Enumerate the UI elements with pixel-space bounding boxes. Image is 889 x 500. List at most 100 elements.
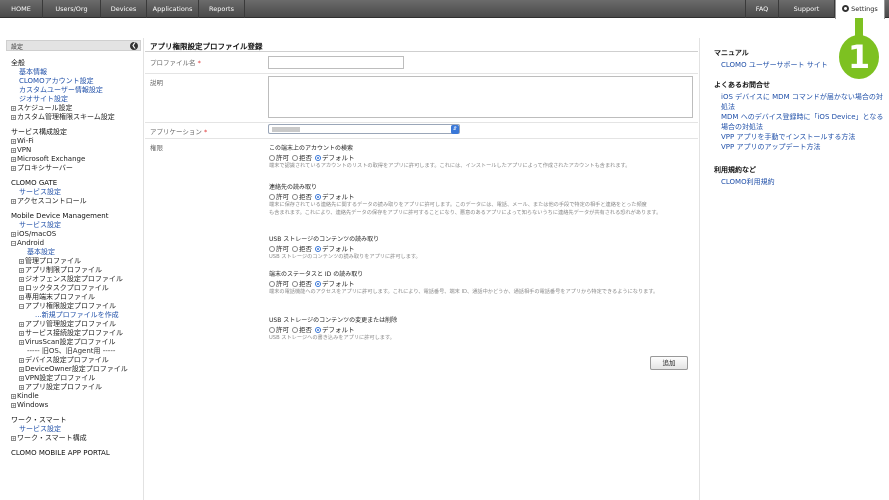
expand-icon[interactable]: + — [19, 376, 24, 381]
sidebar-tree-item[interactable]: + アクセスコントロール — [11, 197, 87, 206]
radio-option-allow[interactable]: 許可 — [269, 280, 289, 288]
help-link[interactable]: CLOMO ユーザーサポート サイト — [721, 60, 828, 70]
sidebar-tree-item[interactable]: + デバイス設定プロファイル — [19, 356, 109, 365]
description-textarea[interactable] — [268, 76, 693, 118]
expand-icon[interactable]: + — [11, 403, 16, 408]
expand-icon[interactable]: + — [19, 358, 24, 363]
expand-icon[interactable]: + — [11, 157, 16, 162]
sidebar-tree-item[interactable]: + VPN — [11, 146, 31, 155]
expand-icon[interactable]: + — [19, 277, 24, 282]
add-button[interactable]: 追加 — [650, 356, 688, 370]
help-link[interactable]: CLOMO利用規約 — [721, 177, 775, 187]
sidebar-tree-item[interactable]: + スケジュール設定 — [11, 104, 73, 113]
nav-settings-tab[interactable]: Settings — [835, 0, 885, 19]
expand-icon[interactable]: + — [11, 166, 16, 171]
radio-option-default[interactable]: デフォルト — [315, 245, 355, 253]
sidebar-tree-item[interactable]: + ワーク・スマート構成 — [11, 434, 87, 443]
application-select[interactable]: ⇵ — [268, 124, 460, 134]
sidebar-link[interactable]: ジオサイト設定 — [19, 95, 68, 104]
expand-icon[interactable]: + — [19, 385, 24, 390]
sidebar-link[interactable]: サービス設定 — [19, 221, 61, 230]
sidebar-tree-item[interactable]: + プロキシサーバー — [11, 164, 73, 173]
radio-button-icon[interactable] — [315, 194, 321, 200]
nav-users-org[interactable]: Users/Org — [43, 0, 101, 18]
sidebar-tree-item[interactable]: + Microsoft Exchange — [11, 155, 85, 164]
help-link[interactable]: MDM へのデバイス登録時に「iOS Device」となる — [721, 112, 883, 122]
nav-support[interactable]: Support — [779, 0, 835, 18]
sidebar-link[interactable]: サービス設定 — [19, 425, 61, 434]
sidebar-tree-item[interactable]: + アプリ管理設定プロファイル — [19, 320, 116, 329]
radio-option-default[interactable]: デフォルト — [315, 326, 355, 334]
expand-icon[interactable]: + — [19, 322, 24, 327]
radio-button-icon[interactable] — [292, 246, 298, 252]
sidebar-tree-item[interactable]: + Windows — [11, 401, 48, 410]
sidebar-link[interactable]: 基本情報 — [19, 68, 47, 77]
radio-button-icon[interactable] — [269, 155, 275, 161]
radio-button-icon[interactable] — [269, 246, 275, 252]
help-link[interactable]: iOS デバイスに MDM コマンドが届かない場合の対 — [721, 92, 883, 102]
radio-option-deny[interactable]: 拒否 — [292, 154, 312, 162]
sidebar-tree-item[interactable]: + Wi-Fi — [11, 137, 34, 146]
help-link[interactable]: 処法 — [721, 102, 735, 112]
expand-icon[interactable]: + — [11, 394, 16, 399]
sidebar-tree-item[interactable]: + 専用端末プロファイル — [19, 293, 95, 302]
expand-icon[interactable]: + — [19, 340, 24, 345]
sidebar-tree-item[interactable]: + サービス接続設定プロファイル — [19, 329, 123, 338]
radio-option-deny[interactable]: 拒否 — [292, 280, 312, 288]
expand-icon[interactable]: + — [19, 367, 24, 372]
sidebar-tree-item[interactable]: − アプリ権限設定プロファイル — [19, 302, 116, 311]
radio-button-icon[interactable] — [269, 281, 275, 287]
radio-option-allow[interactable]: 許可 — [269, 245, 289, 253]
sidebar-link[interactable]: CLOMOアカウント設定 — [19, 77, 94, 86]
expand-icon[interactable]: + — [19, 331, 24, 336]
nav-applications[interactable]: Applications — [147, 0, 199, 18]
radio-button-icon[interactable] — [269, 327, 275, 333]
expand-icon[interactable]: + — [19, 295, 24, 300]
radio-option-allow[interactable]: 許可 — [269, 154, 289, 162]
sidebar-tree-item[interactable]: + ロックタスクプロファイル — [19, 284, 109, 293]
sidebar-link[interactable]: 基本設定 — [27, 248, 55, 257]
radio-option-allow[interactable]: 許可 — [269, 326, 289, 334]
sidebar-tree-item[interactable]: + VirusScan設定プロファイル — [19, 338, 116, 347]
collapse-left-icon[interactable]: ❮ — [130, 42, 138, 50]
sidebar-tree-item[interactable]: + DeviceOwner設定プロファイル — [19, 365, 128, 374]
radio-button-icon[interactable] — [292, 327, 298, 333]
expand-icon[interactable]: + — [19, 259, 24, 264]
radio-button-icon[interactable] — [315, 155, 321, 161]
expand-icon[interactable]: + — [11, 436, 16, 441]
profile-name-input[interactable] — [268, 56, 404, 69]
nav-devices[interactable]: Devices — [101, 0, 147, 18]
expand-icon[interactable]: + — [11, 115, 16, 120]
sidebar-tree-item[interactable]: + 管理プロファイル — [19, 257, 81, 266]
sidebar-tree-item[interactable]: + VPN設定プロファイル — [19, 374, 95, 383]
radio-option-deny[interactable]: 拒否 — [292, 326, 312, 334]
expand-icon[interactable]: + — [19, 286, 24, 291]
radio-option-default[interactable]: デフォルト — [315, 154, 355, 162]
nav-faq[interactable]: FAQ — [745, 0, 779, 18]
sidebar-tree-item[interactable]: + Kindle — [11, 392, 39, 401]
expand-icon[interactable]: + — [11, 232, 16, 237]
radio-option-deny[interactable]: 拒否 — [292, 245, 312, 253]
radio-option-default[interactable]: デフォルト — [315, 193, 355, 201]
sidebar-tree-item[interactable]: + ジオフェンス設定プロファイル — [19, 275, 123, 284]
help-link[interactable]: VPP アプリのアップデート方法 — [721, 142, 820, 152]
help-link[interactable]: 場合の対処法 — [721, 122, 763, 132]
collapse-icon[interactable]: − — [19, 304, 24, 309]
nav-reports[interactable]: Reports — [199, 0, 245, 18]
radio-button-icon[interactable] — [315, 246, 321, 252]
expand-icon[interactable]: + — [19, 268, 24, 273]
sidebar-link[interactable]: カスタムユーザー情報設定 — [19, 86, 103, 95]
nav-home[interactable]: HOME — [0, 0, 43, 18]
sidebar-tree-item[interactable]: + iOS/macOS — [11, 230, 56, 239]
sidebar-tree-item[interactable]: + アプリ制限プロファイル — [19, 266, 102, 275]
radio-button-icon[interactable] — [269, 194, 275, 200]
radio-button-icon[interactable] — [315, 281, 321, 287]
expand-icon[interactable]: + — [11, 139, 16, 144]
sidebar-link[interactable]: ...新規プロファイルを作成 — [35, 311, 119, 320]
radio-option-deny[interactable]: 拒否 — [292, 193, 312, 201]
radio-button-icon[interactable] — [292, 281, 298, 287]
sidebar-tree-item[interactable]: − Android — [11, 239, 44, 248]
radio-button-icon[interactable] — [292, 155, 298, 161]
sidebar-tree-item[interactable]: + アプリ設定プロファイル — [19, 383, 102, 392]
help-link[interactable]: VPP アプリを手動でインストールする方法 — [721, 132, 855, 142]
